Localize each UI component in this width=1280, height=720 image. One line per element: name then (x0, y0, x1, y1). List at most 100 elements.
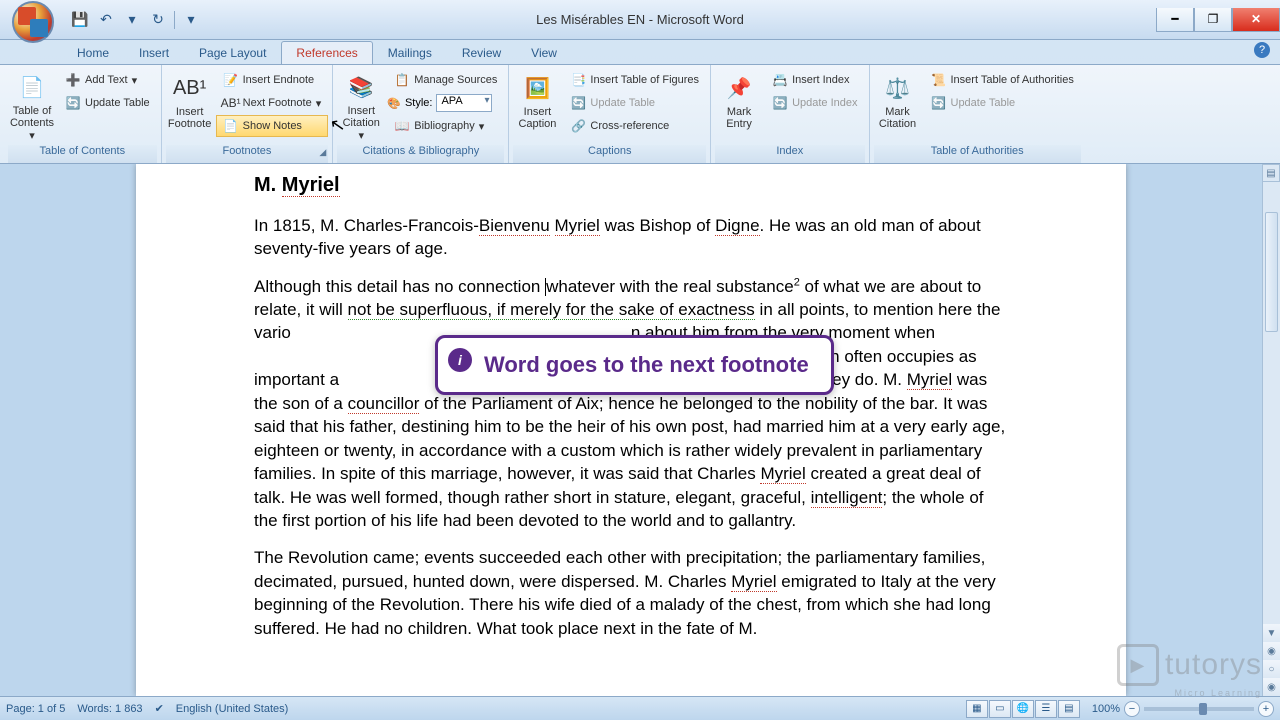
vertical-scrollbar[interactable]: ▲ ▼ ◉ ○ ◉ (1262, 164, 1280, 696)
toa-icon: 📜 (931, 72, 947, 88)
view-web-icon[interactable]: 🌐 (1012, 700, 1034, 718)
tab-references[interactable]: References (281, 41, 372, 64)
view-print-layout-icon[interactable]: ▦ (966, 700, 988, 718)
scroll-track[interactable] (1263, 182, 1280, 624)
proofing-icon[interactable]: ✔︎ (155, 702, 164, 715)
mark-citation-button[interactable]: ⚖️ Mark Citation (874, 67, 922, 143)
paragraph-1: In 1815, M. Charles-Francois-Bienvenu My… (254, 214, 1008, 261)
style-icon: 🎨 (387, 97, 401, 110)
insert-citation-button[interactable]: 📚 Insert Citation ▾ (337, 67, 385, 143)
prev-page-icon[interactable]: ◉ (1263, 642, 1280, 660)
group-captions: 🖼️ Insert Caption 📑Insert Table of Figur… (509, 65, 711, 163)
tab-page-layout[interactable]: Page Layout (184, 41, 281, 64)
insert-toa-button[interactable]: 📜Insert Table of Authorities (924, 69, 1081, 91)
show-notes-icon: 📄 (223, 118, 239, 134)
update-index-icon: 🔄 (772, 95, 788, 111)
undo-icon[interactable]: ↶ (96, 10, 116, 30)
insert-endnote-button[interactable]: 📝Insert Endnote (216, 69, 329, 91)
insert-footnote-button[interactable]: AB¹ Insert Footnote (166, 67, 214, 143)
update-captions-button[interactable]: 🔄Update Table (563, 92, 706, 114)
insert-index-icon: 📇 (772, 72, 788, 88)
tab-mailings[interactable]: Mailings (373, 41, 447, 64)
help-icon[interactable]: ? (1254, 42, 1270, 58)
next-footnote-icon: AB¹ (223, 95, 239, 111)
tutorial-overlay: i Word goes to the next footnote (435, 335, 834, 395)
table-of-contents-button[interactable]: 📄 Table of Contents ▾ (8, 67, 56, 143)
citation-icon: 📚 (345, 72, 377, 103)
ruler-toggle-icon[interactable]: ▤ (1262, 164, 1280, 182)
window-title: Les Misérables EN - Microsoft Word (536, 12, 744, 27)
qat-customize-icon[interactable]: ▾ (181, 10, 201, 30)
cross-reference-button[interactable]: 🔗Cross-reference (563, 115, 706, 137)
titlebar: 💾 ↶ ▾ ↻ ▾ Les Misérables EN - Microsoft … (0, 0, 1280, 40)
insert-index-button[interactable]: 📇Insert Index (765, 69, 864, 91)
group-label-toc: Table of Contents (8, 145, 157, 163)
overlay-text: Word goes to the next footnote (484, 352, 809, 378)
footnotes-launcher-icon[interactable]: ◢ (319, 147, 326, 158)
update-toc-button[interactable]: 🔄Update Table (58, 92, 157, 114)
view-full-screen-icon[interactable]: ▭ (989, 700, 1011, 718)
insert-caption-button[interactable]: 🖼️ Insert Caption (513, 67, 561, 143)
insert-footnote-label: Insert Footnote (167, 106, 213, 130)
browse-object-icon[interactable]: ○ (1263, 660, 1280, 678)
scroll-down-icon[interactable]: ▼ (1263, 624, 1280, 642)
info-icon: i (448, 348, 472, 372)
paragraph-2: Although this detail has no connection w… (254, 275, 1008, 533)
next-page-icon[interactable]: ◉ (1263, 678, 1280, 696)
crossref-icon: 🔗 (570, 118, 586, 134)
endnote-icon: 📝 (223, 72, 239, 88)
status-language[interactable]: English (United States) (176, 703, 289, 715)
minimize-button[interactable]: ━ (1156, 8, 1194, 32)
close-button[interactable]: ✕ (1232, 8, 1280, 32)
insert-caption-label: Insert Caption (514, 106, 560, 130)
mark-citation-icon: ⚖️ (882, 72, 914, 104)
bibliography-button[interactable]: 📖Bibliography ▾ (387, 115, 504, 137)
zoom-in-button[interactable]: + (1258, 701, 1274, 717)
style-label: Style: (405, 97, 433, 109)
caption-icon: 🖼️ (521, 72, 553, 104)
group-label-citations: Citations & Bibliography (337, 145, 504, 163)
zoom-out-button[interactable]: − (1124, 701, 1140, 717)
mark-entry-button[interactable]: 📌 Mark Entry (715, 67, 763, 143)
view-outline-icon[interactable]: ☰ (1035, 700, 1057, 718)
update-captions-icon: 🔄 (570, 95, 586, 111)
tab-home[interactable]: Home (62, 41, 124, 64)
window-controls: ━ ❐ ✕ (1156, 8, 1280, 32)
tab-review[interactable]: Review (447, 41, 516, 64)
maximize-button[interactable]: ❐ (1194, 8, 1232, 32)
view-buttons: ▦ ▭ 🌐 ☰ ▤ (966, 700, 1080, 718)
mark-entry-label: Mark Entry (716, 106, 762, 130)
scroll-thumb[interactable] (1265, 212, 1278, 332)
save-icon[interactable]: 💾 (70, 10, 90, 30)
insert-tof-button[interactable]: 📑Insert Table of Figures (563, 69, 706, 91)
group-label-captions: Captions (513, 145, 706, 163)
citation-style-row: 🎨 Style: APA (387, 92, 504, 114)
qat-separator (174, 11, 175, 29)
show-notes-button[interactable]: 📄Show Notes (216, 115, 329, 137)
zoom-value[interactable]: 100% (1092, 703, 1120, 715)
update-toc-icon: 🔄 (65, 95, 81, 111)
document-page[interactable]: M. M. MyrielMyriel In 1815, M. Charles-F… (136, 164, 1126, 696)
add-text-button[interactable]: ➕Add Text ▾ (58, 69, 157, 91)
update-toa-button[interactable]: 🔄Update Table (924, 92, 1081, 114)
group-toa: ⚖️ Mark Citation 📜Insert Table of Author… (870, 65, 1085, 163)
office-button[interactable] (12, 1, 54, 43)
tab-view[interactable]: View (516, 41, 572, 64)
paragraph-3: The Revolution came; events succeeded ea… (254, 546, 1008, 640)
undo-dropdown-icon[interactable]: ▾ (122, 10, 142, 30)
ribbon: 📄 Table of Contents ▾ ➕Add Text ▾ 🔄Updat… (0, 64, 1280, 164)
next-footnote-button[interactable]: AB¹Next Footnote ▾ (216, 92, 329, 114)
add-text-icon: ➕ (65, 72, 81, 88)
style-combo[interactable]: APA (436, 94, 492, 112)
tab-insert[interactable]: Insert (124, 41, 184, 64)
view-draft-icon[interactable]: ▤ (1058, 700, 1080, 718)
zoom-slider[interactable] (1144, 707, 1254, 711)
redo-icon[interactable]: ↻ (148, 10, 168, 30)
ribbon-tabs: Home Insert Page Layout References Maili… (0, 40, 1280, 64)
toc-label: Table of Contents (9, 105, 55, 129)
status-page[interactable]: Page: 1 of 5 (6, 703, 65, 715)
statusbar: Page: 1 of 5 Words: 1 863 ✔︎ English (Un… (0, 696, 1280, 720)
manage-sources-button[interactable]: 📋Manage Sources (387, 69, 504, 91)
status-words[interactable]: Words: 1 863 (77, 703, 142, 715)
update-index-button[interactable]: 🔄Update Index (765, 92, 864, 114)
